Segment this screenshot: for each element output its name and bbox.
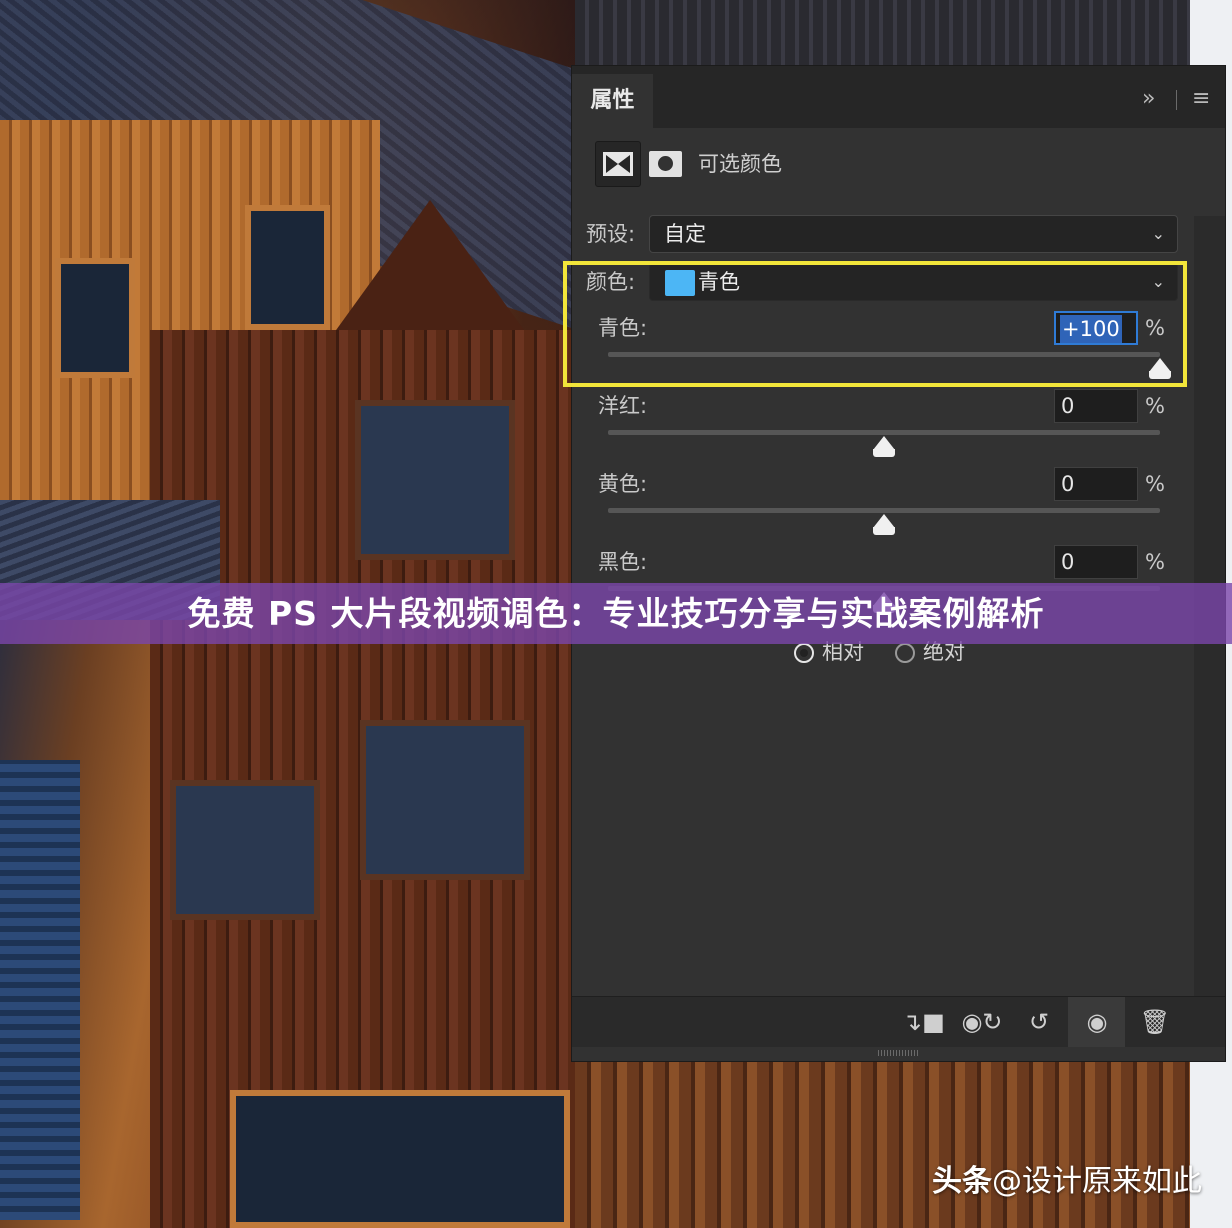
divider: [1176, 90, 1177, 110]
wooden-wall: [575, 1062, 1190, 1228]
watermark-brand: 头条: [932, 1164, 992, 1199]
double-chevron-right-icon[interactable]: »: [1142, 88, 1155, 110]
eye-icon[interactable]: ◉: [1079, 1007, 1115, 1037]
percent-sign: %: [1145, 472, 1165, 496]
magenta-value-input[interactable]: 0: [1054, 389, 1138, 423]
adjustment-layer-icon[interactable]: [595, 141, 641, 187]
percent-sign: %: [1145, 394, 1165, 418]
window: [360, 720, 530, 880]
view-previous-state-icon[interactable]: ◉↻: [960, 1007, 1004, 1037]
black-value: 0: [1061, 550, 1075, 574]
roof-shape: [0, 760, 80, 1220]
balcony-railing: [575, 0, 1190, 70]
watermark: 头条@设计原来如此: [932, 1162, 1202, 1202]
clip-to-layer-icon[interactable]: ↴■: [902, 1007, 945, 1037]
window: [230, 1090, 570, 1228]
window: [245, 205, 330, 330]
window: [55, 258, 135, 378]
percent-sign: %: [1145, 550, 1165, 574]
highlight-box: [563, 261, 1187, 387]
layer-mask-icon[interactable]: [649, 151, 682, 177]
magenta-slider-track[interactable]: [608, 430, 1160, 435]
yellow-value: 0: [1061, 472, 1075, 496]
yellow-slider-track[interactable]: [608, 508, 1160, 513]
panel-bottom-toolbar: ↴■ ◉↻ ↺ ◉ 🗑: [572, 996, 1225, 1047]
black-value-input[interactable]: 0: [1054, 545, 1138, 579]
trash-icon[interactable]: 🗑: [1138, 1007, 1172, 1037]
preset-dropdown[interactable]: 自定 ⌄: [649, 215, 1178, 253]
chevron-down-icon: ⌄: [1151, 224, 1165, 243]
reset-icon[interactable]: ↺: [1022, 1007, 1056, 1037]
properties-panel: 属性 » ≡ 可选颜色 预设: 自定 ⌄ 颜色: 青色 ⌄ 青色: +100 %…: [563, 66, 1225, 1061]
magenta-value: 0: [1061, 394, 1075, 418]
preset-value: 自定: [664, 222, 706, 246]
preset-label: 预设:: [586, 222, 636, 246]
banner-title: 免费 PS 大片段视频调色：专业技巧分享与实战案例解析: [187, 594, 1045, 633]
adjustment-title: 可选颜色: [698, 152, 782, 176]
window: [355, 400, 515, 560]
yellow-slider-thumb[interactable]: [873, 514, 895, 536]
title-banner: 免费 PS 大片段视频调色：专业技巧分享与实战案例解析: [0, 583, 1232, 644]
magenta-slider-thumb[interactable]: [873, 436, 895, 458]
window: [170, 780, 320, 920]
yellow-value-input[interactable]: 0: [1054, 467, 1138, 501]
resize-grip[interactable]: [878, 1050, 918, 1056]
watermark-handle: @设计原来如此: [992, 1164, 1202, 1199]
slider-label-black: 黑色:: [598, 550, 648, 574]
tab-properties[interactable]: 属性: [572, 74, 653, 128]
slider-label-yellow: 黄色:: [598, 472, 648, 496]
hamburger-menu-icon[interactable]: ≡: [1192, 88, 1210, 110]
absolute-radio[interactable]: [895, 643, 915, 663]
slider-label-magenta: 洋红:: [598, 394, 648, 418]
relative-radio[interactable]: [794, 643, 814, 663]
panel-tab-bar: 属性 » ≡: [572, 66, 1225, 128]
